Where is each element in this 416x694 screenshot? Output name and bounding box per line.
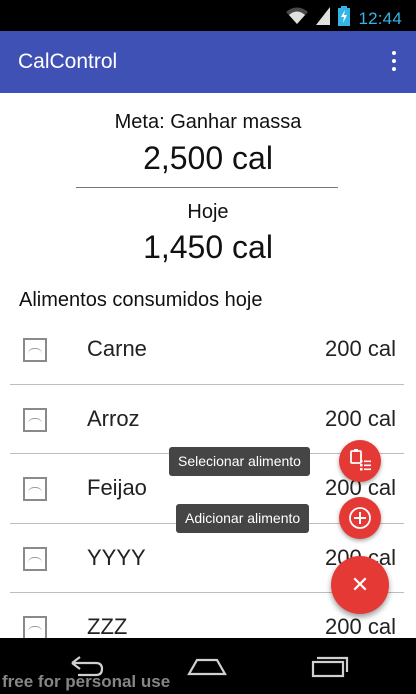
add-food-label[interactable]: Adicionar alimento [176, 504, 310, 533]
select-food-button[interactable] [339, 440, 381, 482]
close-icon: ✕ [350, 572, 370, 597]
food-calories: 200 cal [325, 614, 396, 638]
food-calories: 200 cal [325, 405, 396, 431]
recent-apps-icon[interactable] [309, 654, 349, 680]
food-name: Arroz [87, 405, 140, 431]
today-label: Hoje [187, 201, 229, 223]
food-name: ZZZ [87, 614, 128, 638]
food-name: Feijao [87, 475, 147, 500]
home-icon[interactable] [187, 654, 227, 680]
select-food-label[interactable]: Selecionar alimento [169, 447, 310, 476]
food-list-item[interactable]: Carne 200 cal [10, 315, 404, 385]
watermark-text: free for personal use [2, 672, 171, 691]
image-placeholder-icon [23, 546, 47, 571]
summary-divider [76, 187, 338, 188]
image-placeholder-icon [23, 477, 47, 501]
image-placeholder-icon [23, 407, 47, 432]
status-time: 12:44 [358, 8, 402, 28]
wifi-icon [286, 7, 309, 30]
app-title: CalControl [18, 50, 118, 73]
app-bar: CalControl [0, 31, 416, 93]
overflow-menu-icon[interactable] [388, 51, 400, 75]
add-food-button[interactable] [339, 497, 381, 539]
add-circle-icon [339, 507, 381, 543]
food-name: Carne [87, 336, 147, 361]
status-icons: 12:44 [286, 6, 402, 31]
image-placeholder-icon [23, 616, 47, 638]
today-value: 1,450 cal [143, 229, 273, 265]
image-placeholder-icon [23, 338, 47, 362]
status-bar: 12:44 [0, 0, 416, 31]
goal-value: 2,500 cal [143, 140, 273, 176]
food-calories: 200 cal [325, 336, 396, 361]
select-list-icon [339, 449, 381, 486]
goal-label: Meta: Ganhar massa [114, 111, 302, 133]
fab-menu-toggle-button[interactable]: ✕ [331, 556, 389, 614]
food-section-title: Alimentos consumidos hoje [19, 289, 263, 311]
signal-icon [316, 7, 331, 30]
battery-charging-icon [338, 6, 351, 31]
food-name: YYYY [87, 544, 146, 570]
